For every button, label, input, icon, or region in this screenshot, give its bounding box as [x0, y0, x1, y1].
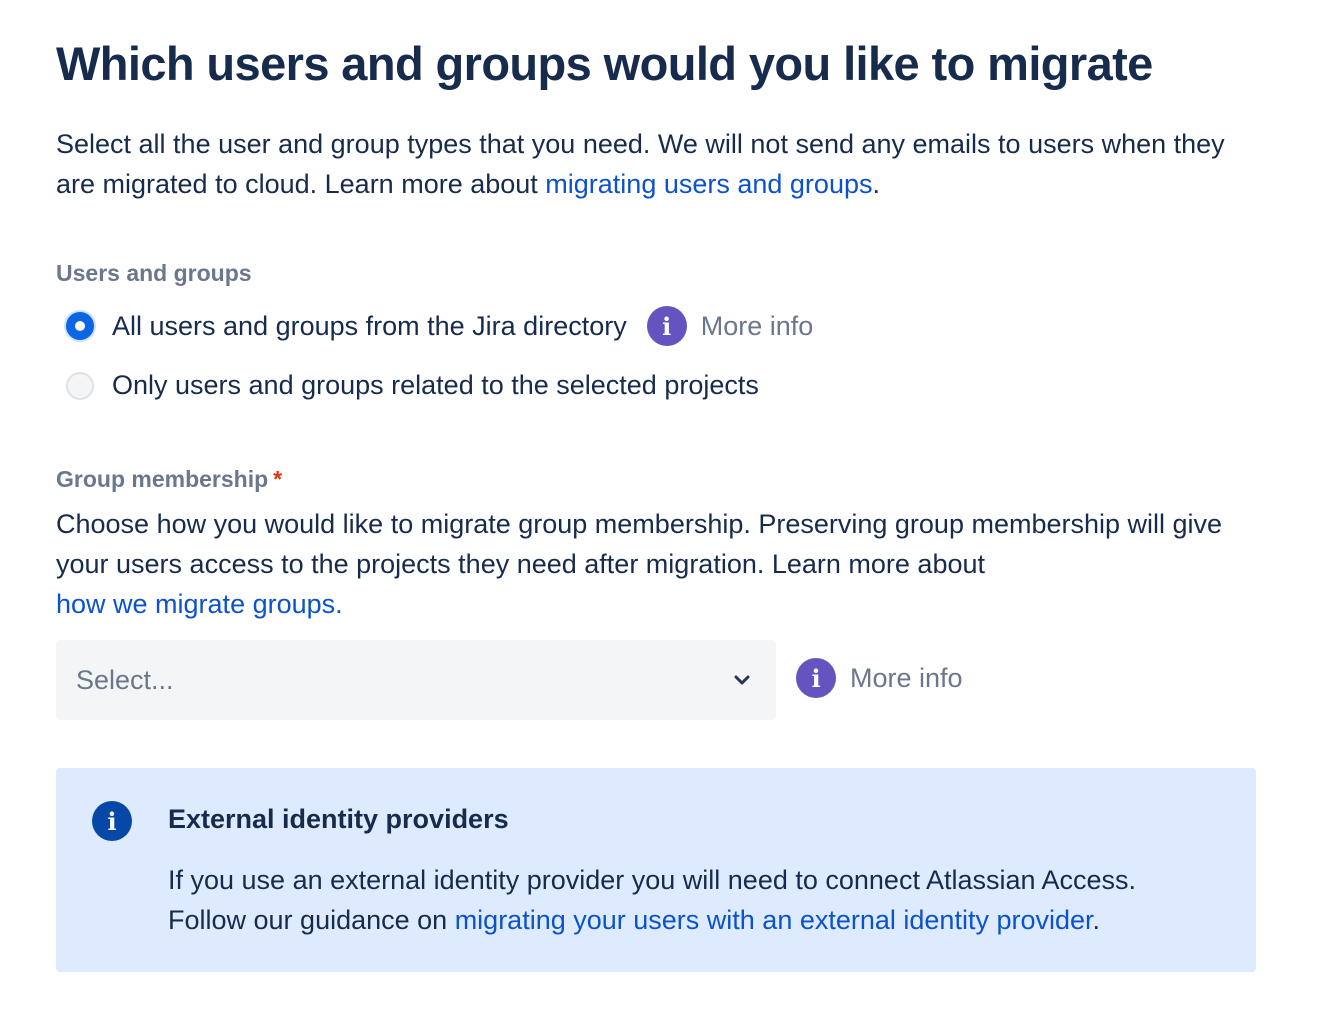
more-info-users[interactable]: i More info	[646, 306, 814, 346]
banner-line-2-suffix: .	[1092, 905, 1101, 935]
info-icon[interactable]: i	[646, 306, 687, 346]
banner-body: If you use an external identity provider…	[168, 860, 1238, 940]
select-placeholder: Select...	[76, 664, 174, 695]
radio-unselected-icon[interactable]	[66, 371, 94, 400]
external-identity-banner: i External identity providers If you use…	[56, 768, 1256, 972]
required-indicator: *	[273, 466, 283, 492]
radio-project-users-label: Only users and groups related to the sel…	[112, 370, 759, 400]
radio-all-users-label: All users and groups from the Jira direc…	[112, 310, 627, 341]
banner-line-2-prefix: Follow our guidance on	[168, 905, 455, 935]
chevron-down-icon[interactable]	[732, 670, 752, 690]
intro-text: Select all the user and group types that…	[56, 124, 1266, 204]
radio-all-users-groups[interactable]: All users and groups from the Jira direc…	[66, 306, 813, 346]
group-membership-label-text: Group membership	[56, 466, 269, 492]
external-idp-guidance-link[interactable]: migrating your users with an external id…	[455, 905, 1093, 935]
migrating-users-groups-link[interactable]: migrating users and groups	[545, 169, 872, 199]
info-icon: i	[92, 801, 132, 841]
intro-suffix: .	[872, 169, 880, 199]
more-info-label[interactable]: More info	[701, 311, 814, 342]
banner-title: External identity providers	[168, 804, 509, 834]
how-we-migrate-groups-link[interactable]: how we migrate groups.	[56, 589, 343, 619]
group-membership-select[interactable]: Select...	[56, 640, 776, 720]
info-icon[interactable]: i	[796, 658, 836, 698]
banner-line-1: If you use an external identity provider…	[168, 865, 1137, 895]
users-groups-label: Users and groups	[56, 260, 252, 286]
group-membership-description: Choose how you would like to migrate gro…	[56, 504, 1266, 624]
radio-selected-icon[interactable]	[66, 312, 94, 340]
page-title: Which users and groups would you like to…	[56, 37, 1153, 90]
group-membership-body: Choose how you would like to migrate gro…	[56, 509, 1223, 579]
more-info-label[interactable]: More info	[850, 663, 963, 694]
more-info-group-membership[interactable]: i More info	[796, 658, 963, 698]
group-membership-label: Group membership *	[56, 466, 282, 493]
radio-project-users-groups[interactable]: Only users and groups related to the sel…	[66, 370, 759, 401]
